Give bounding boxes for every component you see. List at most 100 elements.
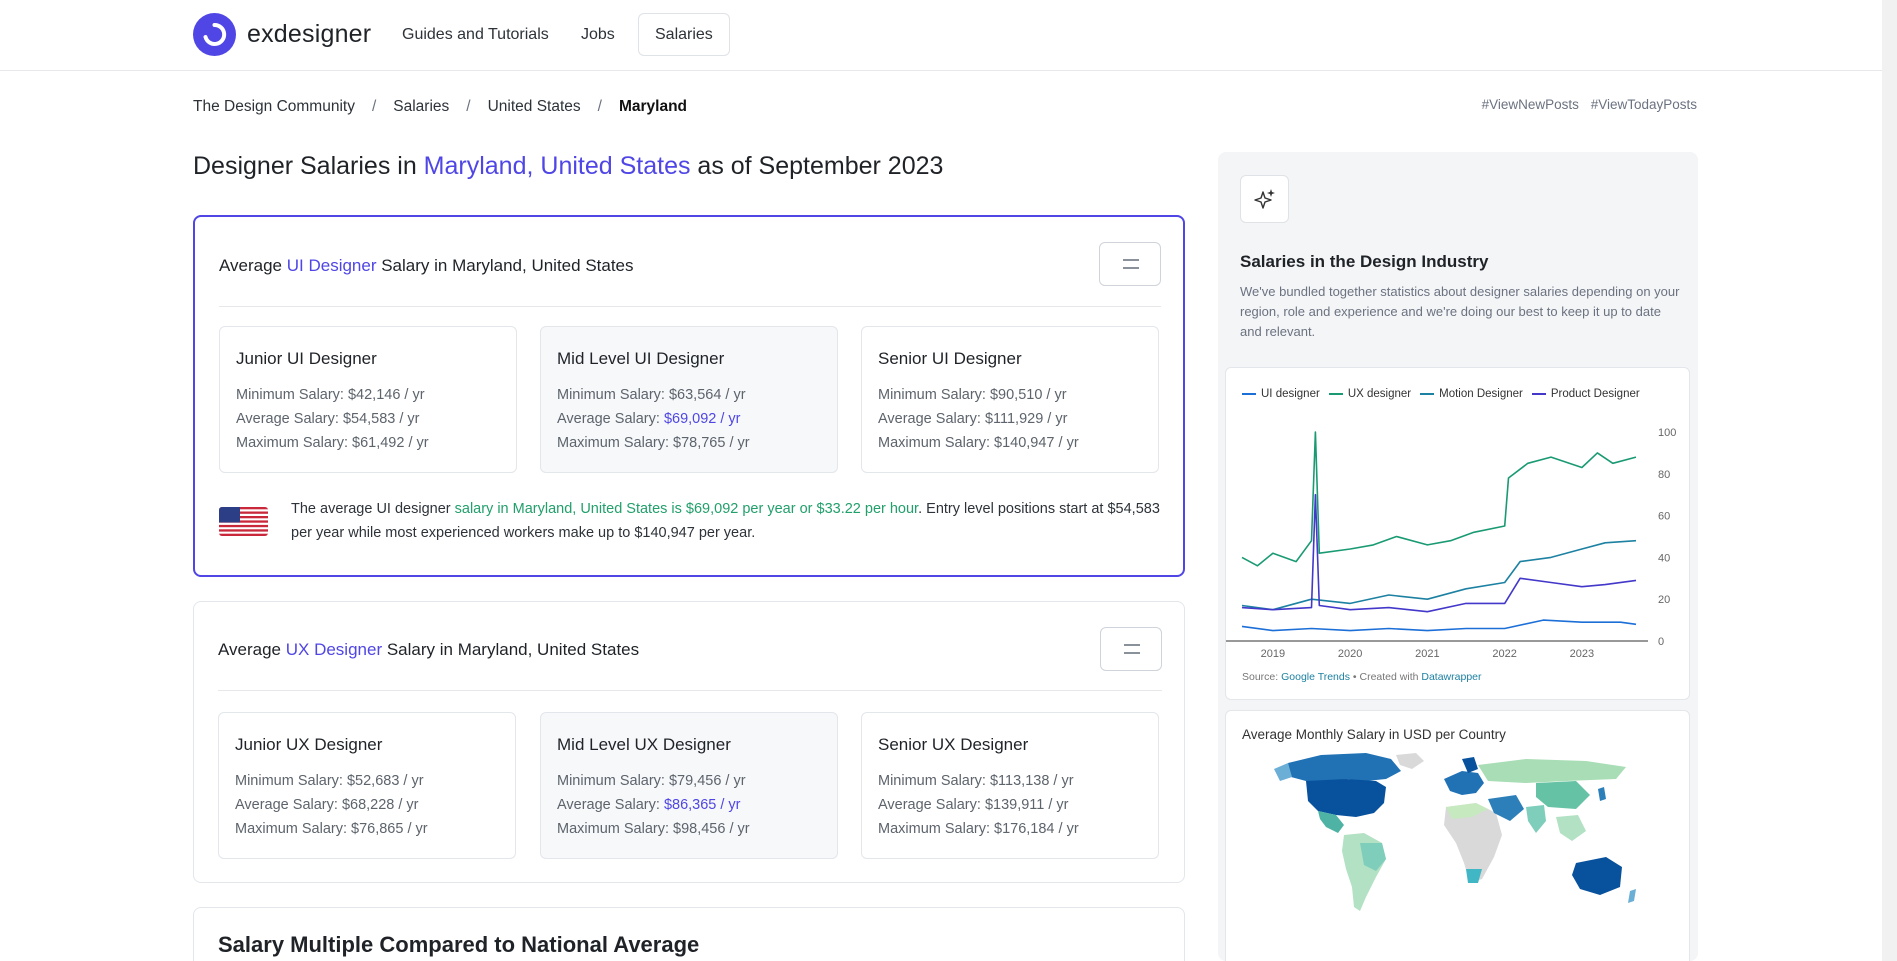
heading-suffix: Salary in Maryland, United States	[376, 256, 634, 275]
legend-swatch	[1420, 392, 1435, 395]
min-salary: Minimum Salary: $52,683 / yr	[235, 773, 424, 789]
avg-salary-label: Average Salary:	[557, 411, 664, 427]
brand-logo-icon[interactable]	[193, 13, 236, 56]
source-label: Source:	[1242, 671, 1282, 683]
avg-salary: Average Salary: $139,911 / yr	[878, 797, 1069, 813]
map-region-russia	[1478, 759, 1626, 783]
salary-multiple-block: Salary Multiple Compared to National Ave…	[193, 907, 1185, 961]
y-tick-label: 20	[1658, 594, 1670, 606]
avg-salary-value: $68,228 / yr	[341, 797, 419, 813]
ui-designer-salary-block: Average UI Designer Salary in Maryland, …	[193, 215, 1185, 577]
map-region-scandinavia	[1462, 757, 1478, 773]
avg-salary-label: Average Salary:	[557, 797, 664, 813]
map-region-australia	[1572, 857, 1622, 895]
breadcrumb-item-salaries[interactable]: Salaries	[393, 98, 449, 116]
map-region-usa	[1306, 779, 1386, 817]
avg-salary-value: $69,092 / yr	[663, 411, 741, 427]
map-region-china	[1536, 781, 1590, 809]
page-title-location[interactable]: Maryland, United States	[424, 152, 691, 180]
max-salary: Maximum Salary: $140,947 / yr	[878, 435, 1079, 451]
min-salary: Minimum Salary: $113,138 / yr	[878, 773, 1074, 789]
series-line-ux-designer	[1241, 431, 1637, 567]
heading-role[interactable]: UX Designer	[286, 640, 382, 659]
min-salary: Minimum Salary: $42,146 / yr	[236, 387, 425, 403]
avg-salary-label: Average Salary:	[878, 411, 985, 427]
tag-view-today-posts[interactable]: #ViewTodayPosts	[1591, 97, 1697, 112]
avg-salary-label: Average Salary:	[235, 797, 342, 813]
series-line-motion-designer	[1241, 539, 1637, 611]
page-scrollbar[interactable]	[1882, 0, 1897, 961]
ui-salary-summary: The average UI designer salary in Maryla…	[291, 497, 1161, 545]
legend-swatch	[1531, 392, 1546, 395]
sparkle-icon	[1254, 189, 1275, 209]
min-salary: Minimum Salary: $63,564 / yr	[557, 387, 746, 403]
series-line-ui-designer	[1241, 619, 1637, 632]
aside-description: We've bundled together statistics about …	[1240, 284, 1680, 339]
map-title: Average Monthly Salary in USD per Countr…	[1242, 727, 1506, 742]
source-link-datawrapper[interactable]: Datawrapper	[1421, 671, 1481, 683]
breadcrumb-separator: /	[371, 98, 377, 115]
us-flag-icon	[219, 507, 268, 536]
sparkle-button[interactable]	[1240, 175, 1289, 223]
avg-salary: Average Salary: $86,365 / yr	[557, 797, 741, 813]
card-title: Junior UX Designer	[235, 735, 383, 754]
junior-ux-card: Junior UX Designer Minimum Salary: $52,6…	[218, 712, 516, 859]
x-tick-label: 2022	[1492, 648, 1516, 660]
breadcrumb-item-united-states[interactable]: United States	[488, 98, 581, 116]
salaries-industry-sidebar: Salaries in the Design Industry We've bu…	[1218, 152, 1698, 961]
senior-ux-card: Senior UX Designer Minimum Salary: $113,…	[861, 712, 1159, 859]
nav-guides-and-tutorials[interactable]: Guides and Tutorials	[386, 13, 565, 56]
senior-ui-card: Senior UI Designer Minimum Salary: $90,5…	[861, 326, 1159, 473]
ux-block-heading: Average UX Designer Salary in Maryland, …	[218, 640, 639, 660]
trend-chart-svg: 0 20 40 60 80 100 2019 2020 2021 2022 2023	[1226, 427, 1676, 660]
map-region-japan	[1598, 787, 1606, 801]
map-region-europe	[1444, 771, 1484, 795]
source-link-google-trends[interactable]: Google Trends	[1281, 671, 1350, 683]
page-title-suffix: as of September 2023	[690, 152, 944, 180]
x-tick-label: 2020	[1338, 648, 1362, 660]
legend-label: Motion Designer	[1439, 388, 1523, 400]
legend-label: UX designer	[1347, 388, 1412, 400]
salary-world-map: Average Monthly Salary in USD per Countr…	[1225, 710, 1690, 961]
ux-block-menu-button[interactable]	[1100, 627, 1162, 671]
heading-role[interactable]: UI Designer	[287, 256, 377, 275]
heading-suffix: Salary in Maryland, United States	[382, 640, 640, 659]
ui-block-menu-button[interactable]	[1099, 242, 1161, 286]
avg-salary-value: $54,583 / yr	[342, 411, 420, 427]
legend-swatch	[1242, 392, 1256, 395]
map-region-canada	[1288, 753, 1401, 783]
x-tick-label: 2023	[1570, 648, 1594, 660]
map-region-greenland	[1396, 753, 1424, 769]
card-title: Junior UI Designer	[236, 349, 377, 368]
avg-salary-value: $139,911 / yr	[984, 797, 1069, 813]
page-title: Designer Salaries in Maryland, United St…	[193, 152, 943, 181]
breadcrumb-item-community[interactable]: The Design Community	[193, 98, 355, 116]
ui-block-heading: Average UI Designer Salary in Maryland, …	[219, 256, 634, 276]
nav-jobs[interactable]: Jobs	[565, 13, 631, 56]
card-title: Mid Level UI Designer	[557, 349, 725, 368]
top-navigation: exdesigner Guides and Tutorials Jobs Sal…	[0, 0, 1897, 71]
avg-salary-value: $111,929 / yr	[984, 411, 1068, 427]
summary-text: The average UI designer	[291, 501, 455, 517]
tag-view-new-posts[interactable]: #ViewNewPosts	[1482, 97, 1579, 112]
ux-designer-salary-block: Average UX Designer Salary in Maryland, …	[193, 601, 1185, 883]
avg-salary-label: Average Salary:	[236, 411, 343, 427]
legend-item: UX designer	[1328, 388, 1412, 400]
nav-salaries[interactable]: Salaries	[638, 13, 730, 56]
max-salary: Maximum Salary: $176,184 / yr	[878, 821, 1079, 837]
mid-level-ux-card: Mid Level UX Designer Minimum Salary: $7…	[540, 712, 838, 859]
brand-name[interactable]: exdesigner	[247, 20, 371, 49]
map-region-southeast-asia	[1556, 815, 1586, 841]
menu-icon	[1123, 259, 1139, 261]
legend-swatch	[1328, 392, 1343, 395]
heading-prefix: Average	[218, 640, 286, 659]
mid-level-ui-card: Mid Level UI Designer Minimum Salary: $6…	[540, 326, 838, 473]
y-tick-label: 0	[1658, 636, 1664, 648]
menu-icon	[1124, 652, 1140, 654]
world-map-svg	[1274, 753, 1636, 911]
chart-source: Source: Google Trends • Created with Dat…	[1242, 671, 1482, 683]
breadcrumb-separator: /	[597, 98, 602, 115]
x-tick-label: 2021	[1415, 648, 1439, 660]
page-title-prefix: Designer Salaries in	[193, 152, 424, 180]
x-tick-label: 2019	[1261, 648, 1285, 660]
